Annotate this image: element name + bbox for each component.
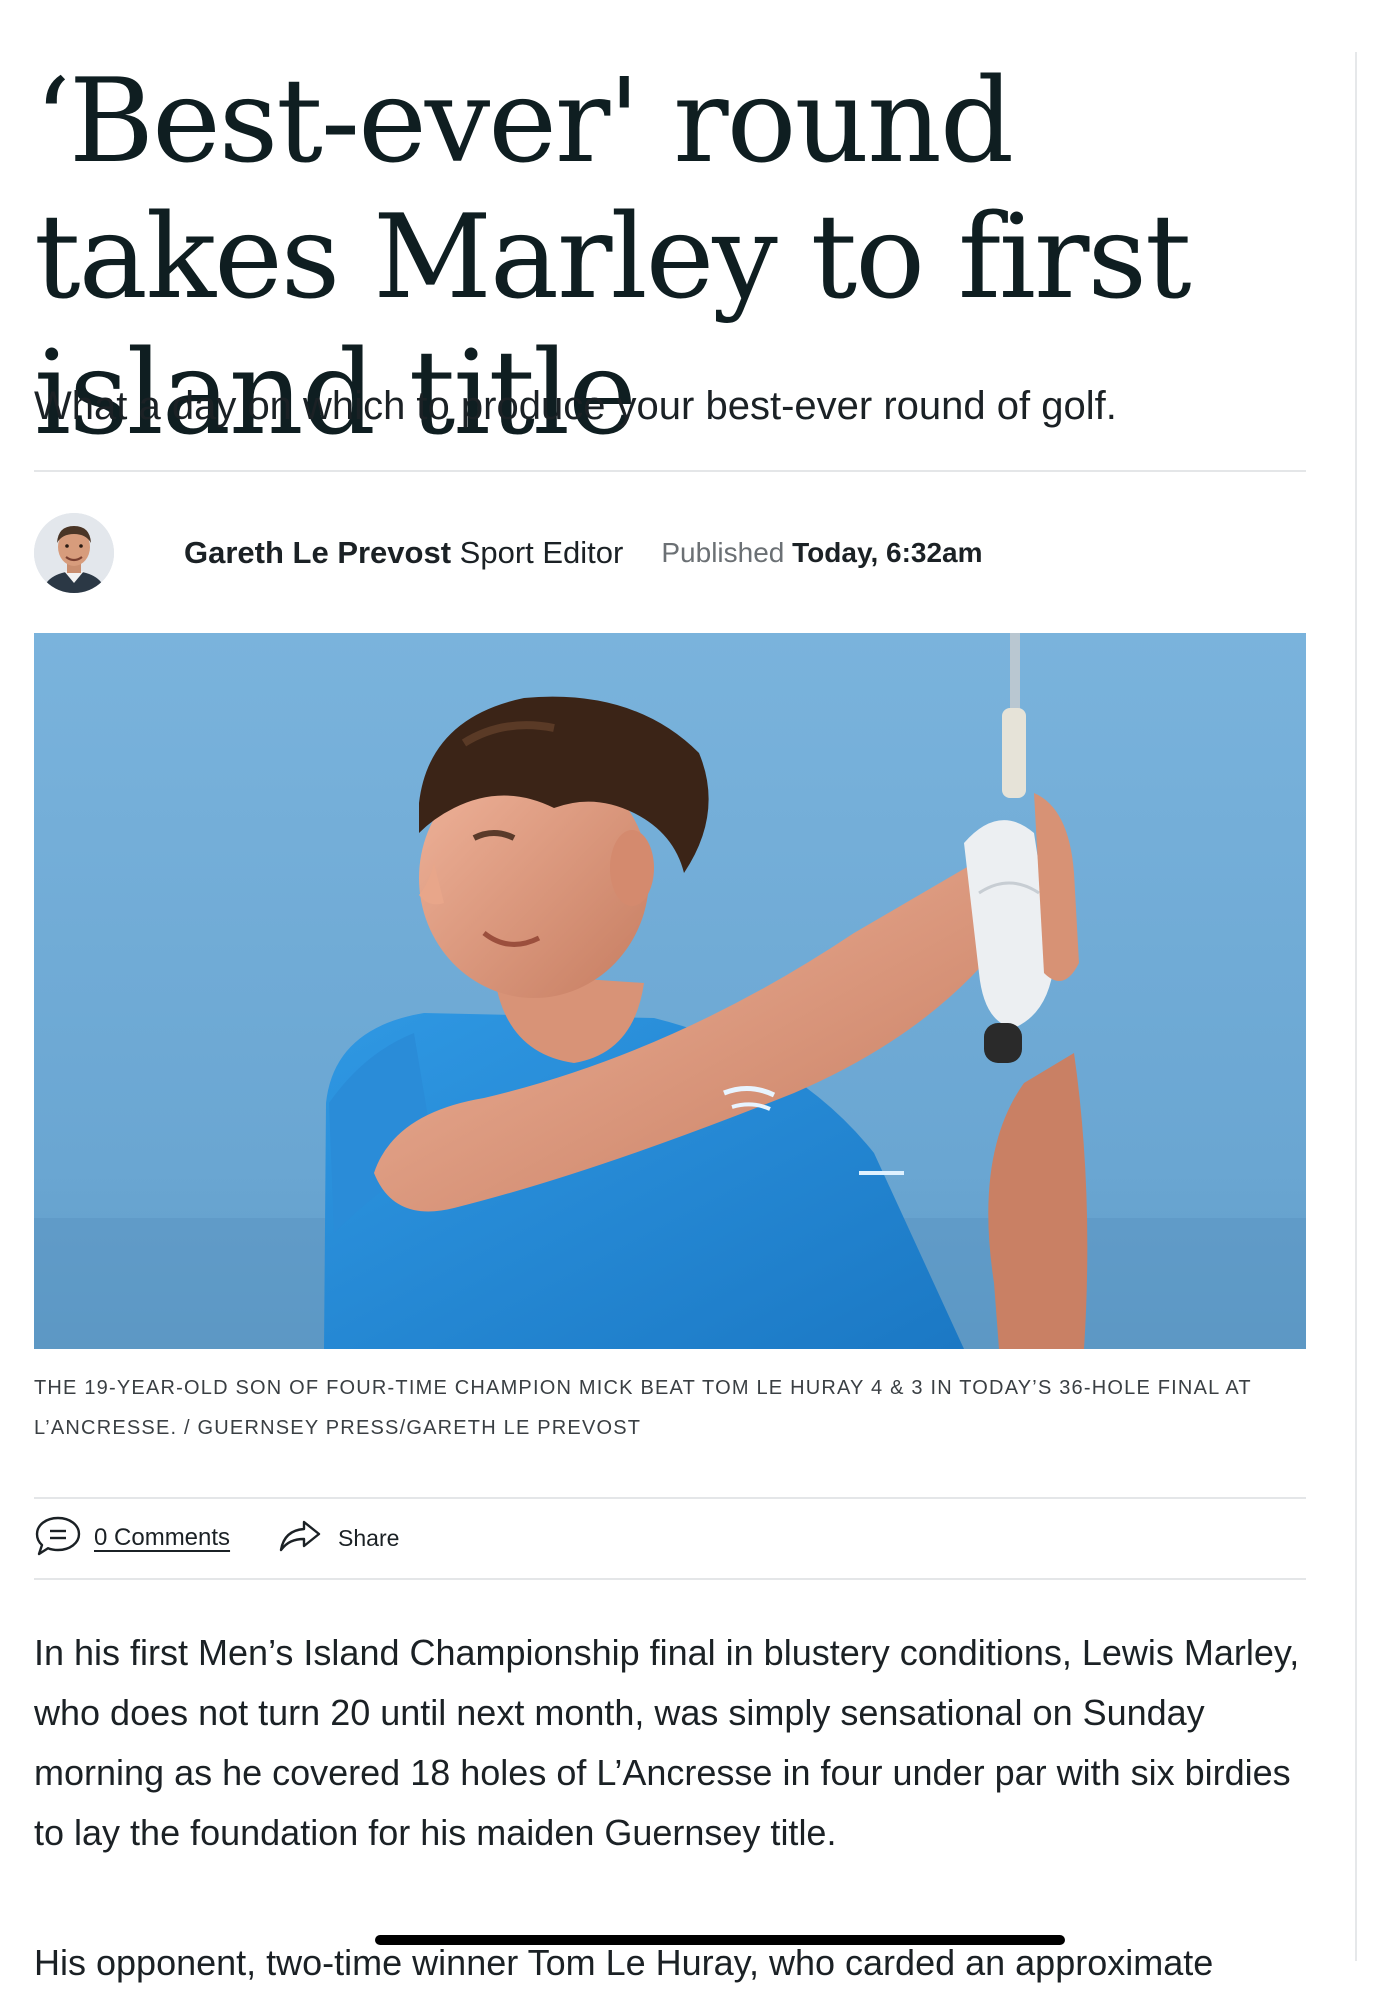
share-label: Share	[338, 1524, 400, 1551]
actions-bottom-divider	[34, 1578, 1306, 1580]
author-role: Sport Editor	[459, 535, 624, 570]
author-name[interactable]: Gareth Le Prevost	[184, 535, 451, 570]
image-caption: THE 19-YEAR-OLD SON OF FOUR-TIME CHAMPIO…	[34, 1377, 1252, 1439]
article-paragraph: In his first Men’s Island Championship f…	[34, 1632, 1300, 1853]
home-indicator[interactable]	[375, 1935, 1065, 1945]
article-standfirst: What a day on which to produce your best…	[34, 384, 1117, 428]
share-button[interactable]: Share	[278, 1518, 399, 1559]
published-label: Published	[661, 537, 785, 568]
published-time: Today, 6:32am	[792, 537, 983, 568]
standfirst-divider	[34, 470, 1306, 472]
byline: Gareth Le Prevost Sport Editor Published…	[34, 513, 1306, 593]
author-avatar[interactable]	[34, 513, 114, 593]
share-arrow-icon	[278, 1518, 322, 1559]
article-photo[interactable]	[34, 633, 1306, 1349]
article-actions: 0 Comments Share	[34, 1500, 1306, 1576]
speech-bubble-icon	[34, 1514, 82, 1563]
comments-link[interactable]: 0 Comments	[34, 1514, 230, 1563]
actions-top-divider	[34, 1497, 1306, 1499]
published-date: Published Today, 6:32am	[661, 537, 982, 569]
author-credit: Gareth Le Prevost Sport Editor	[184, 535, 623, 571]
comments-count-label[interactable]: 0 Comments	[94, 1524, 230, 1552]
page-edge-divider	[1355, 52, 1357, 1961]
